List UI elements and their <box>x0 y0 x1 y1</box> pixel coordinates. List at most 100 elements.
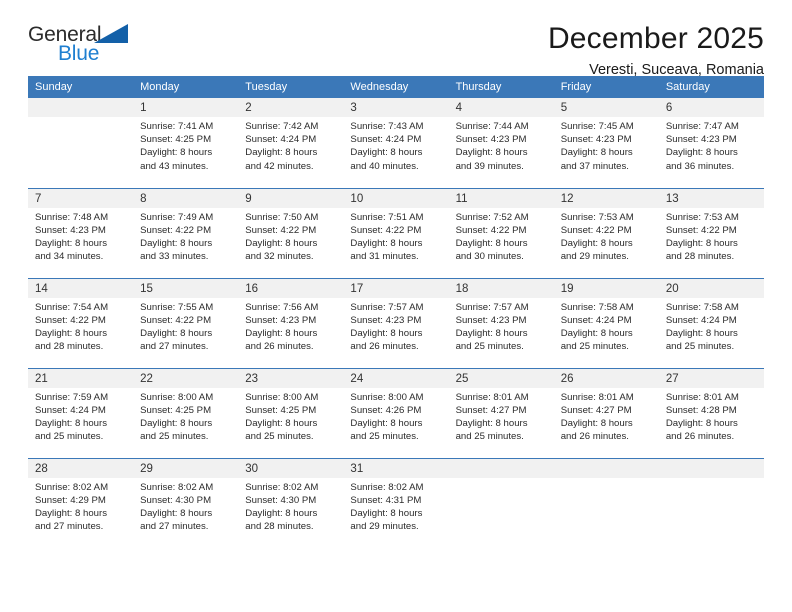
daylight-text-line2: and 27 minutes. <box>140 341 209 353</box>
calendar-day-cell[interactable]: 8 Sunrise: 7:49 AM Sunset: 4:22 PM Daylight… <box>133 187 239 278</box>
calendar-day-cell[interactable]: 3 Sunrise: 7:43 AM Sunset: 4:24 PM Daylight… <box>343 98 449 188</box>
sunset-text: Sunset: 4:24 PM <box>560 314 632 326</box>
calendar-day-cell[interactable]: 18 Sunrise: 7:57 AM Sunset: 4:23 PM Dayligh… <box>448 277 554 368</box>
calendar-day-cell[interactable]: 30 Sunrise: 8:02 AM Sunset: 4:30 PM Dayligh… <box>238 457 344 548</box>
daylight-text-line1: Daylight: 8 hours <box>665 237 738 249</box>
calendar-day-cell[interactable]: 11 Sunrise: 7:52 AM Sunset: 4:22 PM Dayligh… <box>448 187 554 278</box>
generalblue-logo[interactable]: General Blue <box>28 22 148 70</box>
calendar-day-cell[interactable]: 12 Sunrise: 7:53 AM Sunset: 4:22 PM Dayligh… <box>553 187 659 278</box>
calendar-day-cell[interactable]: 13 Sunrise: 7:53 AM Sunset: 4:22 PM Dayligh… <box>658 187 764 278</box>
day-details: Sunrise: 8:00 AM Sunset: 4:25 PM Daylight:… <box>238 388 343 444</box>
calendar-day-cell[interactable]: 9 Sunrise: 7:50 AM Sunset: 4:22 PM Daylight… <box>238 187 344 278</box>
calendar-day-cell[interactable]: 25 Sunrise: 8:01 AM Sunset: 4:27 PM Dayligh… <box>448 367 554 458</box>
day-details: Sunrise: 7:55 AM Sunset: 4:22 PM Daylight:… <box>133 298 238 354</box>
daylight-text-line2: and 25 minutes. <box>665 341 735 353</box>
daylight-text-line2: and 29 minutes. <box>560 251 629 263</box>
day-number: 11 <box>448 188 554 208</box>
sunset-text: Sunset: 4:22 PM <box>140 224 212 236</box>
day-details: Sunrise: 8:02 AM Sunset: 4:29 PM Daylight:… <box>28 478 133 534</box>
daylight-text-line1: Daylight: 8 hours <box>245 327 318 339</box>
calendar-day-cell[interactable]: 27 Sunrise: 8:01 AM Sunset: 4:28 PM Dayligh… <box>658 367 764 458</box>
sunrise-text: Sunrise: 7:42 AM <box>245 121 319 132</box>
daylight-text-line1: Daylight: 8 hours <box>140 507 213 519</box>
day-details: Sunrise: 7:56 AM Sunset: 4:23 PM Daylight:… <box>238 298 343 354</box>
calendar-day-cell[interactable]: 31 Sunrise: 8:02 AM Sunset: 4:31 PM Dayligh… <box>343 457 449 548</box>
sunrise-text: Sunrise: 7:41 AM <box>140 121 214 132</box>
daylight-text-line1: Daylight: 8 hours <box>245 237 318 249</box>
day-number: 17 <box>343 278 449 298</box>
sunrise-text: Sunrise: 8:00 AM <box>350 391 424 403</box>
daylight-text-line2: and 25 minutes. <box>35 431 104 443</box>
sunrise-text: Sunrise: 7:49 AM <box>140 211 214 223</box>
day-number: 16 <box>238 278 344 298</box>
day-details: Sunrise: 8:02 AM Sunset: 4:31 PM Daylight:… <box>343 478 448 534</box>
day-details: Sunrise: 7:47 AM Sunset: 4:23 PM Daylight:… <box>659 117 764 173</box>
calendar-day-cell[interactable]: 26 Sunrise: 8:01 AM Sunset: 4:27 PM Dayligh… <box>553 367 659 458</box>
calendar-day-cell[interactable]: 19 Sunrise: 7:58 AM Sunset: 4:24 PM Dayligh… <box>553 277 659 368</box>
sunset-text: Sunset: 4:30 PM <box>140 494 212 506</box>
sunset-text: Sunset: 4:25 PM <box>140 404 212 416</box>
day-number: 31 <box>343 458 449 478</box>
calendar-day-cell[interactable]: 1 Sunrise: 7:41 AM Sunset: 4:25 PM Daylight… <box>133 98 239 188</box>
daylight-text-line1: Daylight: 8 hours <box>350 237 423 249</box>
calendar-day-cell[interactable]: 23 Sunrise: 8:00 AM Sunset: 4:25 PM Dayligh… <box>238 367 344 458</box>
daylight-text-line2: and 40 minutes. <box>350 160 419 172</box>
calendar-day-cell[interactable]: 28 Sunrise: 8:02 AM Sunset: 4:29 PM Dayligh… <box>28 457 134 548</box>
sunrise-text: Sunrise: 7:53 AM <box>665 211 739 223</box>
day-number: 27 <box>658 368 764 388</box>
daylight-text-line2: and 37 minutes. <box>560 160 629 172</box>
day-number: 14 <box>28 278 134 298</box>
day-number: 23 <box>238 368 344 388</box>
day-number: 22 <box>133 368 239 388</box>
calendar-day-cell[interactable]: 10 Sunrise: 7:51 AM Sunset: 4:22 PM Dayligh… <box>343 187 449 278</box>
sunrise-text: Sunrise: 8:02 AM <box>350 481 424 493</box>
calendar-day-cell[interactable]: 17 Sunrise: 7:57 AM Sunset: 4:23 PM Dayligh… <box>343 277 449 368</box>
calendar-day-cell[interactable]: 14 Sunrise: 7:54 AM Sunset: 4:22 PM Dayligh… <box>28 277 134 368</box>
sunrise-text: Sunrise: 8:00 AM <box>245 391 319 403</box>
day-details: Sunrise: 7:41 AM Sunset: 4:25 PM Daylight:… <box>133 117 238 173</box>
day-details: Sunrise: 7:49 AM Sunset: 4:22 PM Daylight:… <box>133 208 238 264</box>
daylight-text-line1: Daylight: 8 hours <box>350 417 423 429</box>
daylight-text-line2: and 27 minutes. <box>140 521 209 533</box>
daylight-text-line1: Daylight: 8 hours <box>455 417 528 429</box>
day-number: 13 <box>658 188 764 208</box>
daylight-text-line1: Daylight: 8 hours <box>140 237 213 249</box>
calendar-day-cell[interactable]: 20 Sunrise: 7:58 AM Sunset: 4:24 PM Dayligh… <box>658 277 764 368</box>
location-subtitle: Veresti, Suceava, Romania <box>589 62 764 78</box>
day-number: 6 <box>658 98 764 117</box>
daylight-text-line2: and 29 minutes. <box>350 521 419 533</box>
calendar-day-cell[interactable]: 5 Sunrise: 7:45 AM Sunset: 4:23 PM Daylight… <box>553 98 659 188</box>
weekday-header-thursday: Thursday <box>448 76 554 98</box>
calendar-day-cell[interactable]: 29 Sunrise: 8:02 AM Sunset: 4:30 PM Dayligh… <box>133 457 239 548</box>
daylight-text-line1: Daylight: 8 hours <box>140 147 213 159</box>
day-details: Sunrise: 8:00 AM Sunset: 4:25 PM Daylight:… <box>133 388 238 444</box>
sunset-text: Sunset: 4:30 PM <box>245 494 317 506</box>
calendar-day-cell[interactable]: 24 Sunrise: 8:00 AM Sunset: 4:26 PM Dayligh… <box>343 367 449 458</box>
sunset-text: Sunset: 4:22 PM <box>140 314 212 326</box>
calendar-day-cell[interactable]: 16 Sunrise: 7:56 AM Sunset: 4:23 PM Dayligh… <box>238 277 344 368</box>
calendar-day-cell[interactable]: 7 Sunrise: 7:48 AM Sunset: 4:23 PM Daylight… <box>28 187 134 278</box>
daylight-text-line2: and 28 minutes. <box>35 341 104 353</box>
calendar-day-cell[interactable]: 15 Sunrise: 7:55 AM Sunset: 4:22 PM Dayligh… <box>133 277 239 368</box>
calendar-page: General Blue December 2025 Veresti, Suce… <box>0 0 792 612</box>
day-details: Sunrise: 7:57 AM Sunset: 4:23 PM Daylight:… <box>449 298 554 354</box>
calendar-cell-empty <box>28 98 134 188</box>
calendar-day-cell[interactable]: 6 Sunrise: 7:47 AM Sunset: 4:23 PM Daylight… <box>658 98 764 188</box>
calendar-day-cell[interactable]: 4 Sunrise: 7:44 AM Sunset: 4:23 PM Daylight… <box>448 98 554 188</box>
calendar-day-cell[interactable]: 22 Sunrise: 8:00 AM Sunset: 4:25 PM Dayligh… <box>133 367 239 458</box>
sunrise-text: Sunrise: 8:01 AM <box>455 391 529 403</box>
calendar-day-cell[interactable]: 2 Sunrise: 7:42 AM Sunset: 4:24 PM Daylight… <box>238 98 344 188</box>
daylight-text-line2: and 28 minutes. <box>245 521 314 533</box>
daylight-text-line2: and 27 minutes. <box>35 521 104 533</box>
calendar-day-cell[interactable]: 21 Sunrise: 7:59 AM Sunset: 4:24 PM Dayligh… <box>28 367 134 458</box>
daylight-text-line1: Daylight: 8 hours <box>245 147 318 159</box>
day-details: Sunrise: 7:50 AM Sunset: 4:22 PM Daylight:… <box>238 208 343 264</box>
calendar-week-row: 28 Sunrise: 8:02 AM Sunset: 4:29 PM Dayligh… <box>28 457 764 548</box>
daylight-text-line1: Daylight: 8 hours <box>455 147 528 159</box>
sunset-text: Sunset: 4:23 PM <box>350 314 422 326</box>
day-number: 5 <box>553 98 659 117</box>
daylight-text-line1: Daylight: 8 hours <box>665 327 738 339</box>
sunrise-sunset-calendar: Sunday Monday Tuesday Wednesday Thursday Frid… <box>28 76 764 548</box>
daylight-text-line2: and 26 minutes. <box>350 341 419 353</box>
daylight-text-line2: and 25 minutes. <box>140 431 209 443</box>
